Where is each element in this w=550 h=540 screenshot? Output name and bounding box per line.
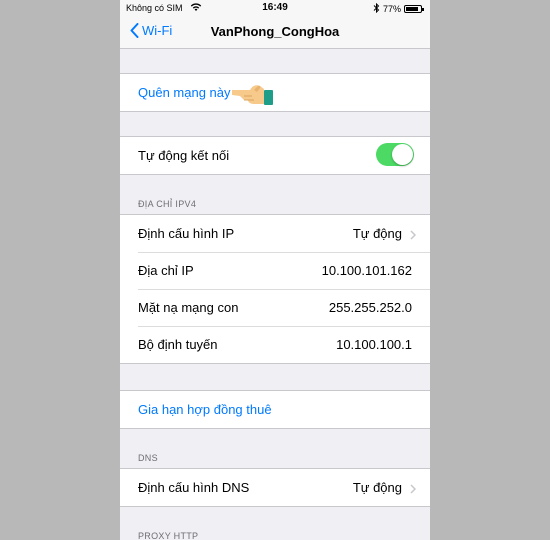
forget-network-group: Quên mạng này	[120, 73, 430, 112]
subnet-mask-value: 255.255.252.0	[328, 300, 412, 315]
dns-group: Định cấu hình DNS Tự động	[120, 468, 430, 507]
renew-lease-label: Gia hạn hợp đồng thuê	[138, 402, 272, 417]
subnet-mask-row: Mặt nạ mạng con 255.255.252.0	[120, 289, 430, 326]
configure-dns-row[interactable]: Định cấu hình DNS Tự động	[120, 469, 430, 506]
settings-screen: Không có SIM 16:49 77% Wi-Fi VanPhong_Co…	[120, 0, 430, 540]
pointing-hand-icon	[230, 80, 280, 111]
ip-address-value: 10.100.101.162	[321, 263, 412, 278]
ipv4-section-header: ĐỊA CHỈ IPV4	[138, 199, 197, 209]
auto-join-toggle[interactable]	[376, 143, 414, 166]
router-value: 10.100.100.1	[336, 337, 412, 352]
ipv4-group: Định cấu hình IP Tự động Địa chỉ IP 10.1…	[120, 214, 430, 364]
router-row: Bộ định tuyến 10.100.100.1	[120, 326, 430, 363]
configure-dns-value: Tự động	[352, 480, 402, 495]
navigation-bar: Wi-Fi VanPhong_CongHoa	[120, 16, 430, 49]
battery-icon	[404, 5, 424, 13]
chevron-right-icon	[410, 482, 417, 497]
configure-dns-label: Định cấu hình DNS	[138, 480, 250, 495]
bluetooth-icon	[373, 2, 380, 15]
auto-join-group: Tự động kết nối	[120, 136, 430, 175]
auto-join-label: Tự động kết nối	[138, 148, 230, 163]
renew-lease-group: Gia hạn hợp đồng thuê	[120, 390, 430, 429]
renew-lease-button[interactable]: Gia hạn hợp đồng thuê	[120, 391, 430, 428]
forget-network-label: Quên mạng này	[138, 85, 231, 100]
subnet-mask-label: Mặt nạ mạng con	[138, 300, 239, 315]
configure-ip-label: Định cấu hình IP	[138, 226, 235, 241]
battery-percent: 77%	[382, 4, 401, 14]
configure-ip-value: Tự động	[352, 226, 402, 241]
page-title: VanPhong_CongHoa	[210, 24, 340, 39]
dns-section-header: DNS	[138, 453, 158, 463]
ip-address-row: Địa chỉ IP 10.100.101.162	[120, 252, 430, 289]
configure-ip-row[interactable]: Định cấu hình IP Tự động	[120, 215, 430, 252]
router-label: Bộ định tuyến	[138, 337, 218, 352]
status-bar: Không có SIM 16:49 77%	[120, 0, 430, 16]
forget-network-button[interactable]: Quên mạng này	[120, 74, 430, 111]
auto-join-row: Tự động kết nối	[120, 137, 430, 174]
ip-address-label: Địa chỉ IP	[138, 263, 194, 278]
proxy-section-header: PROXY HTTP	[138, 531, 199, 540]
chevron-right-icon	[410, 228, 417, 243]
